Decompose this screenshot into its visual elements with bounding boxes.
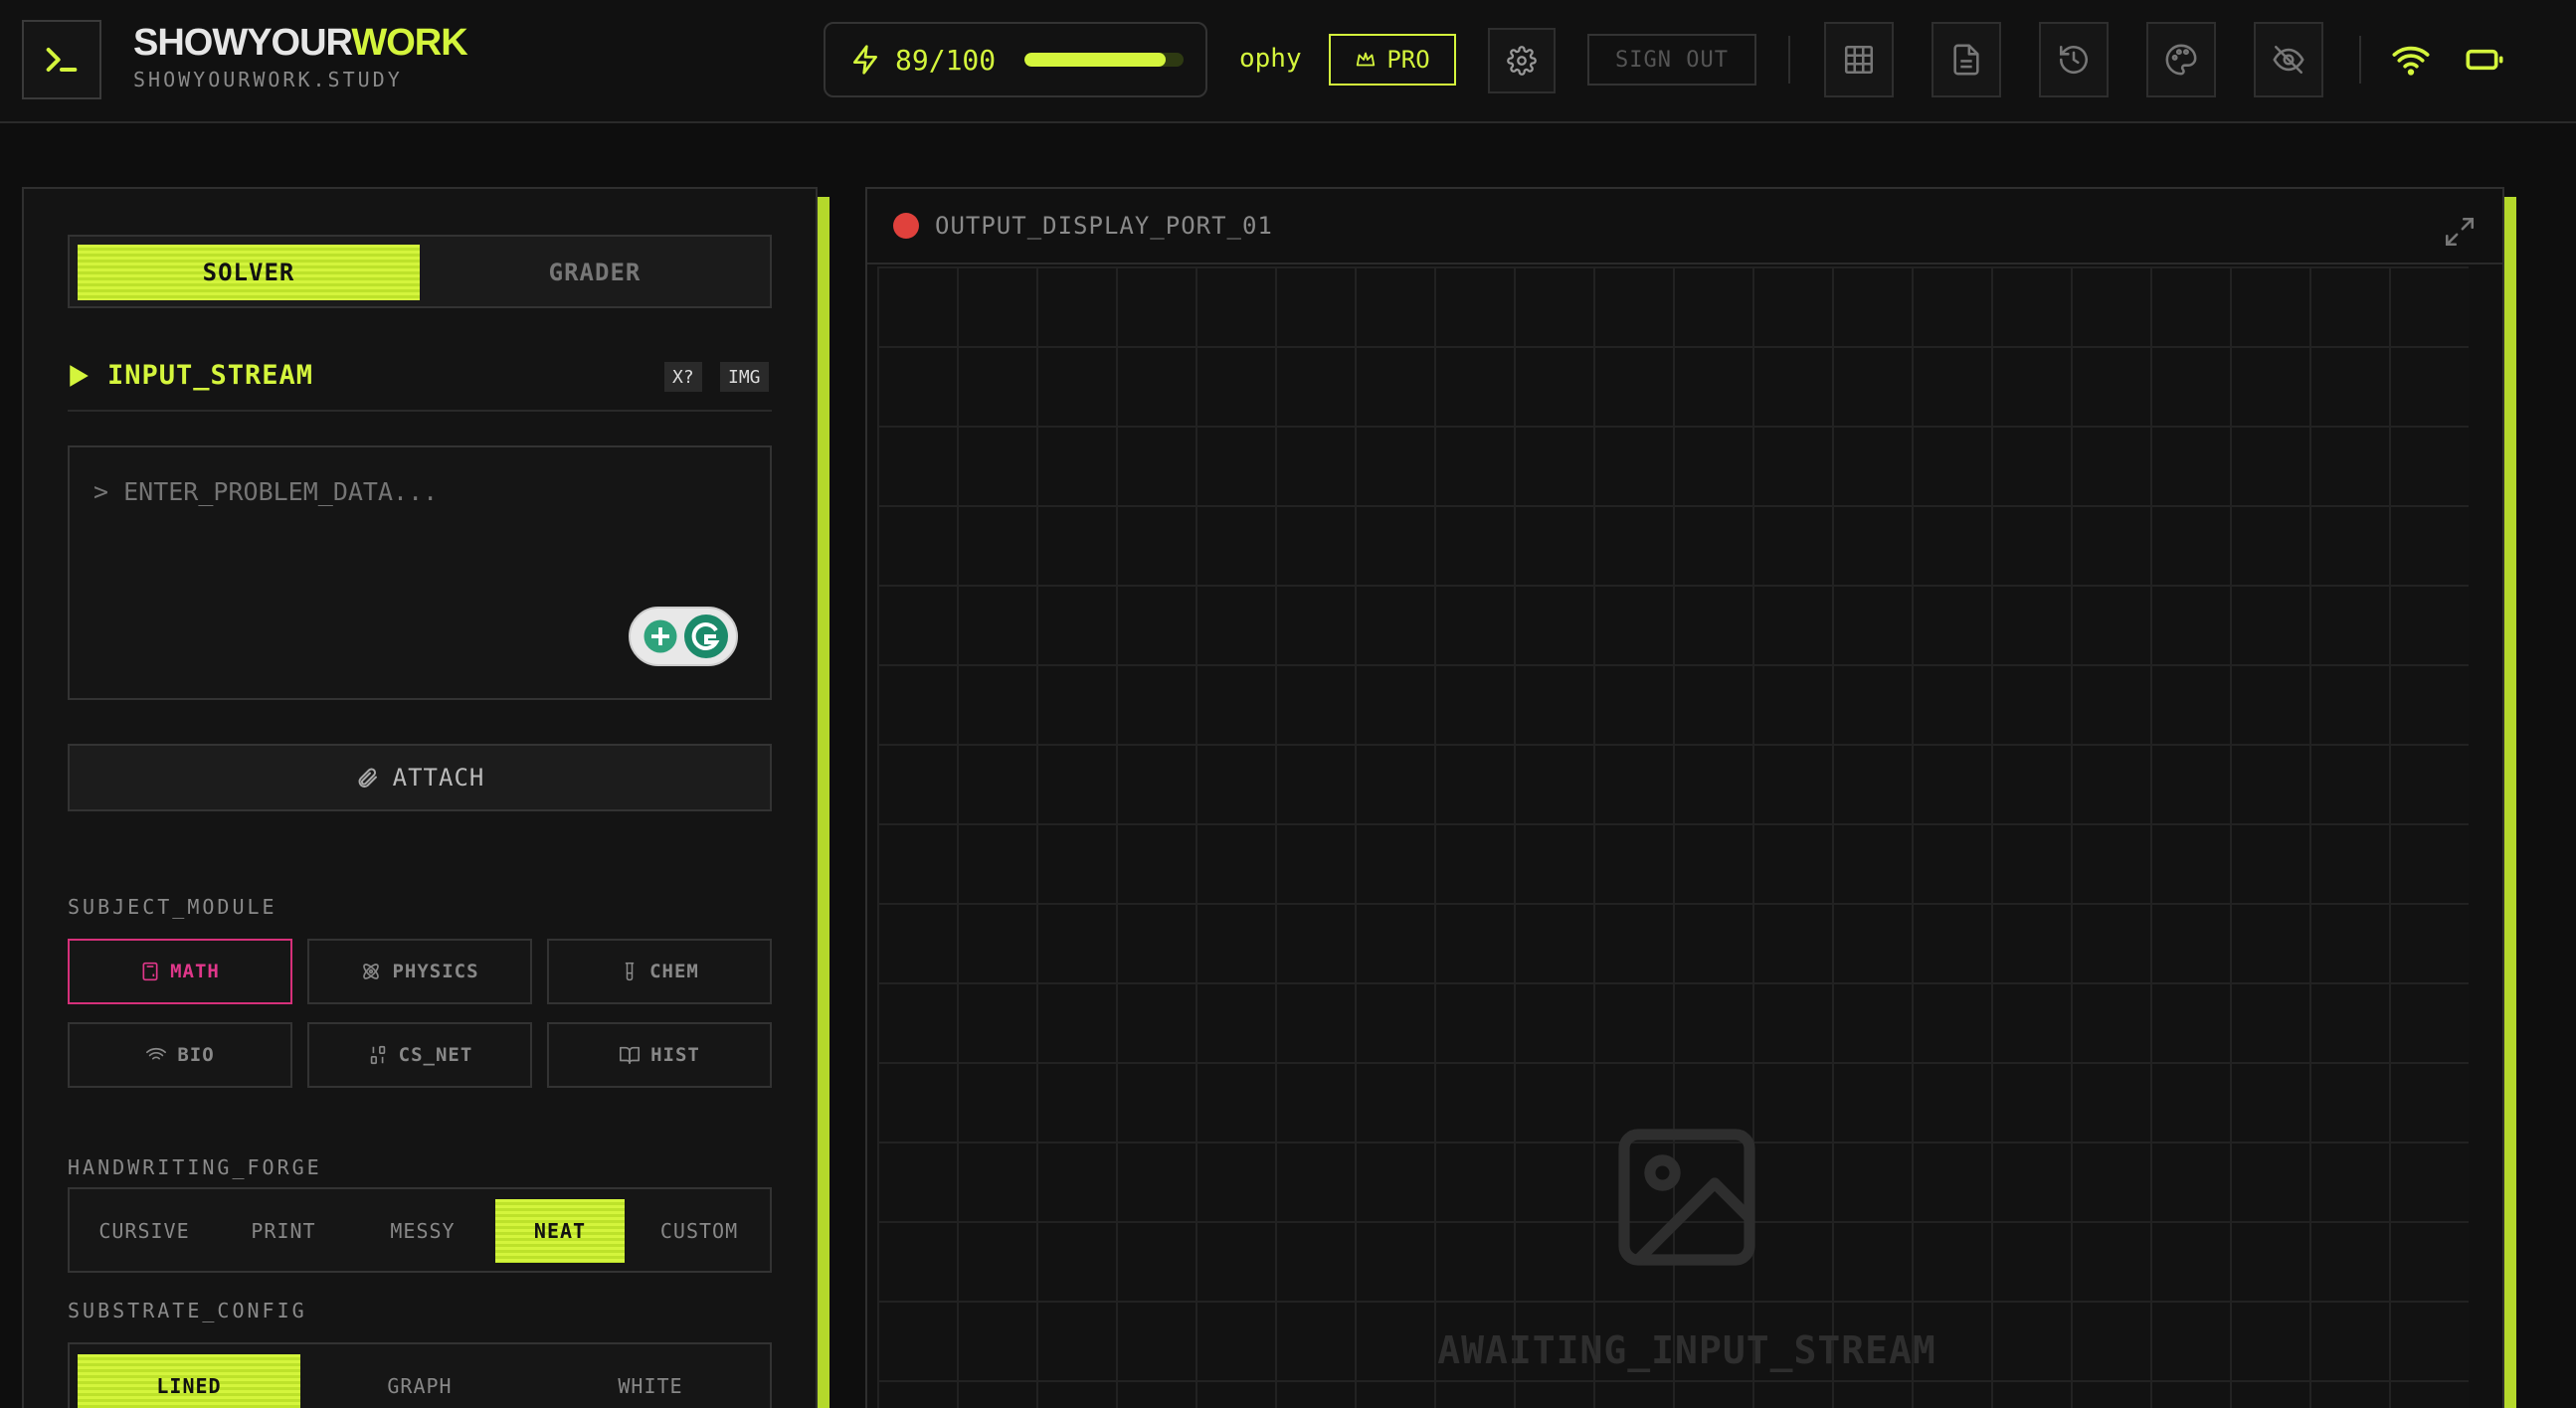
brand-title-highlight: WORK: [351, 22, 467, 64]
attach-button[interactable]: ATTACH: [68, 744, 772, 811]
expand-icon: [2445, 217, 2475, 247]
handwriting-messy-option[interactable]: MESSY: [358, 1199, 487, 1263]
subject-label: CS_NET: [398, 1044, 473, 1066]
subject-hist-button[interactable]: HIST: [547, 1022, 772, 1088]
right-accent-rail: [2504, 197, 2516, 1408]
mode-toggle: SOLVER GRADER: [68, 235, 772, 308]
section-divider: [68, 410, 772, 412]
sign-out-button[interactable]: SIGN OUT: [1587, 34, 1756, 86]
gear-icon: [1507, 46, 1537, 76]
credits-bar: [1024, 53, 1184, 67]
palette-icon: [2165, 44, 2197, 76]
formula-tag-button[interactable]: X?: [664, 362, 702, 392]
handwriting-selector: CURSIVE PRINT MESSY NEAT CUSTOM: [68, 1187, 772, 1273]
input-stream-heading: INPUT_STREAM: [68, 360, 313, 391]
subject-math-button[interactable]: MATH: [68, 939, 292, 1004]
header-divider: [2359, 36, 2361, 84]
substrate-graph-option[interactable]: GRAPH: [308, 1354, 531, 1408]
solver-tab[interactable]: SOLVER: [78, 245, 420, 300]
output-title: OUTPUT_DISPLAY_PORT_01: [935, 212, 1273, 240]
credits-value: 89/100: [895, 43, 997, 77]
expand-button[interactable]: [2443, 215, 2477, 253]
credits-bar-fill: [1024, 53, 1167, 67]
output-header: OUTPUT_DISPLAY_PORT_01: [867, 189, 2502, 264]
wifi-icon: [2391, 40, 2431, 84]
history-button[interactable]: [2039, 22, 2109, 97]
terminal-logo-button[interactable]: [22, 20, 101, 99]
pro-badge-button[interactable]: PRO: [1329, 34, 1456, 86]
lightning-icon: [853, 45, 877, 75]
image-tag-button[interactable]: IMG: [720, 362, 769, 392]
table-icon: [1844, 45, 1874, 75]
subject-label: CHEM: [649, 961, 699, 982]
substrate-lined-option[interactable]: LINED: [78, 1354, 300, 1408]
wifi-icon: [146, 1047, 167, 1060]
handwriting-cursive-option[interactable]: CURSIVE: [80, 1199, 209, 1263]
subject-chem-button[interactable]: CHEM: [547, 939, 772, 1004]
subject-bio-button[interactable]: BIO: [68, 1022, 292, 1088]
settings-button[interactable]: [1488, 28, 1556, 93]
subject-cs-net-button[interactable]: CS_NET: [307, 1022, 532, 1088]
book-icon: [620, 1046, 641, 1065]
flask-icon: [625, 962, 635, 981]
subject-physics-button[interactable]: PHYSICS: [307, 939, 532, 1004]
handwriting-print-option[interactable]: PRINT: [219, 1199, 348, 1263]
input-stream-title: INPUT_STREAM: [107, 360, 314, 391]
grader-tab[interactable]: GRADER: [424, 245, 766, 300]
table-view-button[interactable]: [1824, 22, 1894, 97]
awaiting-status: AWAITING_INPUT_STREAM: [1437, 1328, 1936, 1372]
document-button[interactable]: [1932, 22, 2001, 97]
pro-label: PRO: [1386, 46, 1430, 74]
crown-icon: [1357, 52, 1376, 67]
credits-meter: 89/100: [824, 22, 1207, 97]
record-indicator: [893, 213, 919, 239]
history-icon: [2059, 45, 2089, 75]
play-icon: [70, 364, 89, 387]
header-divider: [1788, 36, 1790, 84]
substrate-white-option[interactable]: WHITE: [539, 1354, 762, 1408]
grammarly-icon: [684, 615, 728, 658]
subject-module-label: SUBJECT_MODULE: [68, 895, 277, 919]
grammarly-widget[interactable]: [629, 607, 738, 666]
theme-button[interactable]: [2146, 22, 2216, 97]
substrate-config-label: SUBSTRATE_CONFIG: [68, 1299, 307, 1322]
left-accent-rail: [818, 197, 829, 1408]
visibility-toggle-button[interactable]: [2254, 22, 2323, 97]
battery-icon: [2465, 40, 2504, 84]
lightbulb-icon: [644, 619, 677, 653]
eye-off-icon: [2273, 45, 2304, 75]
brand-title: SHOWYOURWORK: [133, 22, 468, 65]
atom-icon: [363, 964, 380, 979]
image-placeholder-icon: [1603, 1114, 1770, 1285]
subject-label: MATH: [170, 961, 220, 982]
paperclip-icon: [358, 768, 377, 788]
calculator-icon: [142, 962, 158, 981]
subject-label: HIST: [650, 1044, 700, 1066]
subject-label: PHYSICS: [392, 961, 479, 982]
binary-icon: [370, 1045, 385, 1065]
terminal-icon: [46, 48, 78, 72]
attach-label: ATTACH: [392, 764, 485, 792]
subject-label: BIO: [177, 1044, 215, 1066]
document-icon: [1953, 44, 1979, 76]
substrate-selector: LINED GRAPH WHITE: [68, 1342, 772, 1408]
brand-title-part: SHOWYOUR: [133, 22, 352, 64]
handwriting-neat-option[interactable]: NEAT: [495, 1199, 625, 1263]
handwriting-custom-option[interactable]: CUSTOM: [635, 1199, 764, 1263]
username: ophy: [1239, 44, 1302, 74]
brand-subtitle: SHOWYOURWORK.STUDY: [133, 68, 403, 91]
handwriting-forge-label: HANDWRITING_FORGE: [68, 1155, 322, 1179]
